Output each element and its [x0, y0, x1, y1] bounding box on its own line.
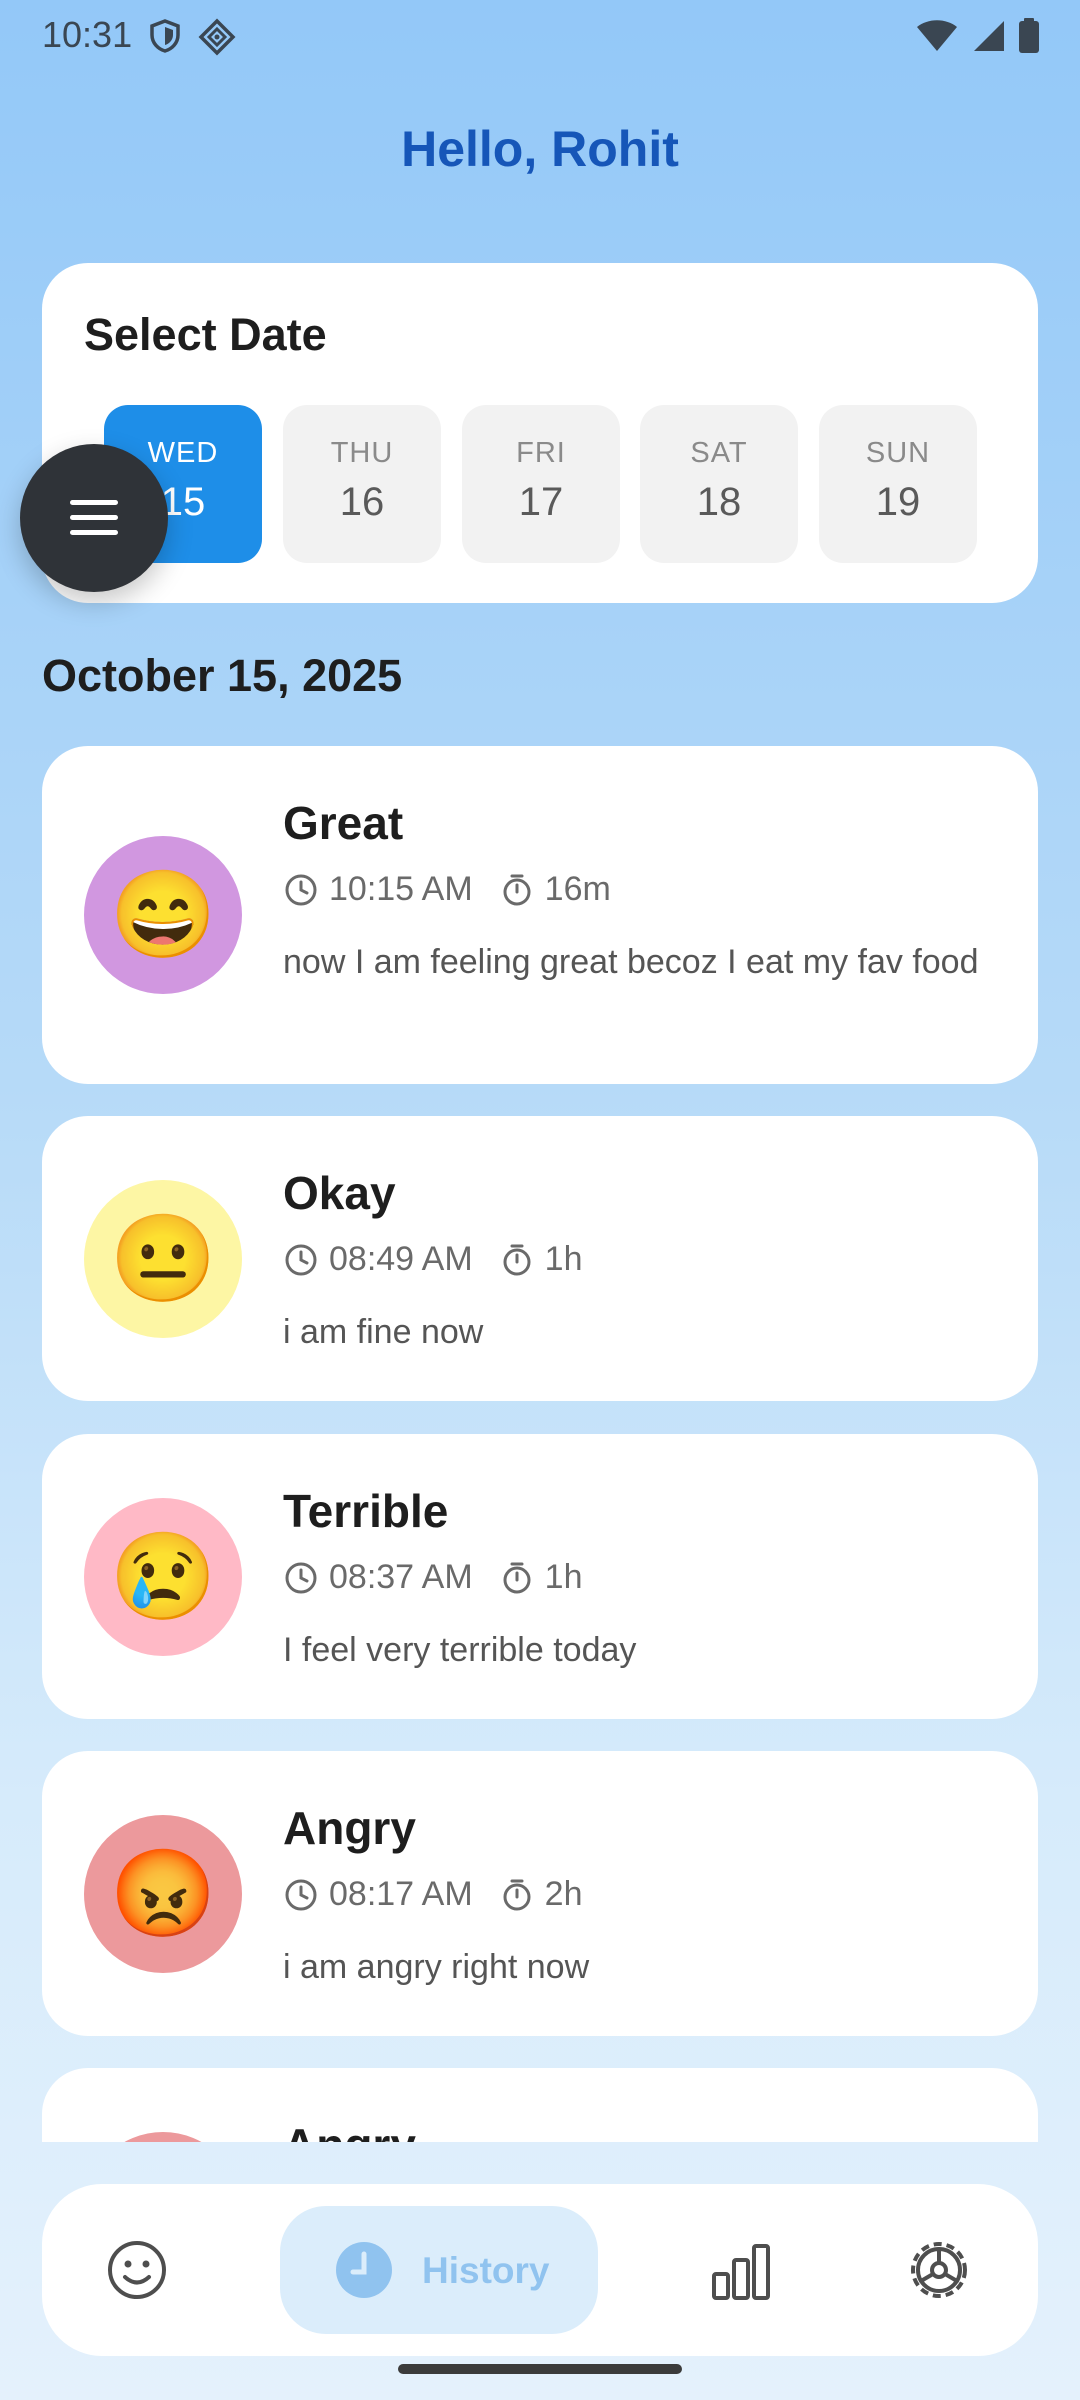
entry-meta: 08:37 AM 1h	[283, 1558, 582, 1597]
entry-time: 10:15 AM	[329, 870, 473, 908]
nav-item-stats[interactable]	[694, 2224, 784, 2316]
timer-icon	[503, 1244, 531, 1275]
mood-title: Angry	[283, 1802, 416, 1854]
entry-time: 08:17 AM	[329, 1875, 473, 1913]
bar-chart-icon	[712, 2244, 770, 2300]
mood-entry-card[interactable]: 😄 Great 10:15 AM 16m now I am feeling gr…	[42, 746, 1038, 1084]
entry-meta: 08:49 AM 1h	[283, 1240, 582, 1279]
mood-avatar	[84, 2132, 242, 2142]
clock-icon	[285, 874, 317, 905]
timer-icon	[503, 874, 531, 905]
mood-title: Angry	[283, 2118, 416, 2142]
timer-icon	[503, 1562, 531, 1593]
entries-list[interactable]: 😄 Great 10:15 AM 16m now I am feeling gr…	[0, 0, 1080, 2142]
mood-avatar: 😐	[84, 1180, 242, 1338]
mood-entry-card[interactable]: 😐 Okay 08:49 AM 1h i am fine now	[42, 1116, 1038, 1401]
mood-title: Great	[283, 797, 404, 849]
mood-title: Okay	[283, 1167, 396, 1219]
mood-entry-card[interactable]: 😡 Angry 08:17 AM 2h i am angry right now	[42, 1751, 1038, 2036]
entry-note: i am angry right now	[283, 1948, 590, 1986]
entry-duration: 16m	[544, 870, 611, 908]
entry-time: 08:49 AM	[329, 1240, 473, 1278]
home-indicator[interactable]	[398, 2364, 682, 2374]
mood-emoji: 😡	[109, 1846, 217, 1942]
clock-icon	[285, 1562, 317, 1593]
mood-emoji: 😢	[109, 1529, 217, 1625]
nav-item-history[interactable]: History	[280, 2206, 598, 2334]
entry-note: now I am feeling great becoz I eat my fa…	[283, 943, 979, 981]
mood-avatar: 😄	[84, 836, 242, 994]
mood-entry-card[interactable]: 😢 Terrible 08:37 AM 1h I feel very terri…	[42, 1434, 1038, 1719]
settings-gear-icon	[911, 2242, 967, 2298]
entry-duration: 1h	[544, 1240, 583, 1278]
nav-item-settings[interactable]	[894, 2224, 984, 2316]
entry-meta: 08:17 AM 2h	[283, 1875, 582, 1914]
mood-title: Terrible	[283, 1485, 449, 1537]
mood-entry-card[interactable]: Angry	[42, 2068, 1038, 2142]
mood-avatar: 😡	[84, 1815, 242, 1973]
clock-icon	[285, 1879, 317, 1910]
bottom-navigation: History	[42, 2184, 1038, 2356]
smiley-icon	[108, 2241, 166, 2299]
clock-icon	[285, 1244, 317, 1275]
entry-meta: 10:15 AM 16m	[283, 870, 611, 909]
entry-duration: 2h	[544, 1875, 583, 1913]
timer-icon	[503, 1879, 531, 1910]
history-clock-icon	[336, 2242, 392, 2298]
mood-emoji: 😐	[109, 1211, 217, 1307]
entry-duration: 1h	[544, 1558, 583, 1596]
nav-item-mood[interactable]	[92, 2224, 182, 2316]
mood-emoji: 😄	[109, 867, 217, 963]
entry-time: 08:37 AM	[329, 1558, 473, 1596]
mood-avatar: 😢	[84, 1498, 242, 1656]
nav-label-history: History	[422, 2250, 550, 2291]
entry-note: I feel very terrible today	[283, 1631, 637, 1669]
entry-note: i am fine now	[283, 1313, 484, 1351]
